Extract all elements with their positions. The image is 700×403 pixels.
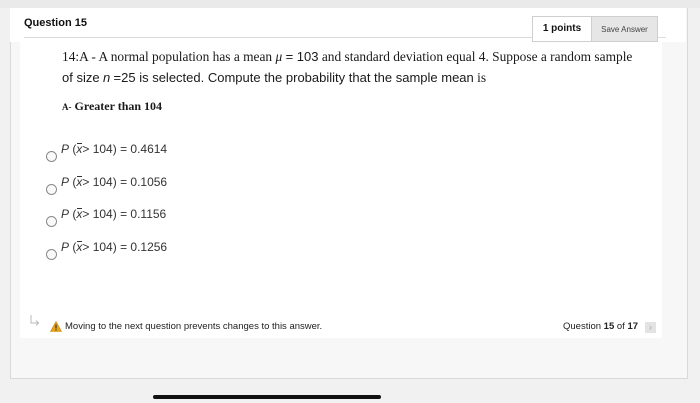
warning-message: Moving to the next question prevents cha… — [65, 321, 323, 332]
question-title: Question 15 — [24, 17, 87, 29]
points-box: 1 points Save Answer — [532, 16, 658, 42]
x-bar-symbol: x — [76, 175, 83, 189]
x-bar-symbol: x — [76, 240, 83, 254]
n-symbol: n — [102, 70, 111, 85]
prompt-of-size: of size — [62, 70, 100, 85]
points-label: 1 points — [542, 23, 582, 34]
option-label[interactable]: P (x> 104) = 0.1256 — [61, 240, 167, 254]
question-prompt: 14:A - A normal population has a mean μ … — [62, 46, 652, 88]
answer-option[interactable]: P (x> 104) = 0.4614 — [46, 140, 346, 166]
prompt-mid: and standard deviation equal 4. Suppose … — [321, 49, 633, 64]
x-bar-symbol: x — [76, 207, 83, 221]
radio-icon[interactable] — [46, 216, 57, 227]
arrow-return-icon — [30, 315, 40, 326]
question-progress: Question 15 of 17 — [563, 321, 639, 332]
answer-option[interactable]: P (x> 104) = 0.1256 — [46, 238, 346, 264]
sub-question-letter: A- — [62, 102, 72, 112]
top-strip — [0, 0, 700, 8]
n-value: =25 is selected. Compute the probability… — [113, 70, 474, 85]
option-label[interactable]: P (x> 104) = 0.4614 — [61, 142, 167, 156]
answer-option[interactable]: P (x> 104) = 0.1156 — [46, 205, 346, 231]
sub-question-text: Greater than 104 — [74, 99, 163, 113]
radio-icon[interactable] — [46, 184, 57, 195]
current-question-number: 15 — [603, 321, 615, 332]
question-content: 14:A - A normal population has a mean μ … — [20, 42, 662, 338]
prompt-lead: 14:A - A normal population has a mean — [62, 49, 273, 64]
mu-symbol: μ — [275, 49, 283, 64]
radio-icon[interactable] — [46, 249, 57, 260]
home-indicator — [153, 395, 381, 399]
sub-question: A- Greater than 104 — [62, 99, 162, 114]
x-bar-symbol: x — [76, 142, 83, 156]
question-footer: Moving to the next question prevents cha… — [20, 314, 662, 338]
warning-icon — [50, 321, 62, 332]
radio-icon[interactable] — [46, 151, 57, 162]
answer-option[interactable]: P (x> 104) = 0.1056 — [46, 173, 346, 199]
option-label[interactable]: P (x> 104) = 0.1156 — [61, 207, 166, 221]
chevron-right-icon[interactable]: › — [645, 322, 656, 333]
option-label[interactable]: P (x> 104) = 0.1056 — [61, 175, 167, 189]
save-answer-button[interactable]: Save Answer — [591, 17, 657, 41]
mu-value: = 103 — [285, 49, 319, 64]
total-question-count: 17 — [627, 321, 639, 332]
prompt-tail: is — [477, 70, 487, 85]
